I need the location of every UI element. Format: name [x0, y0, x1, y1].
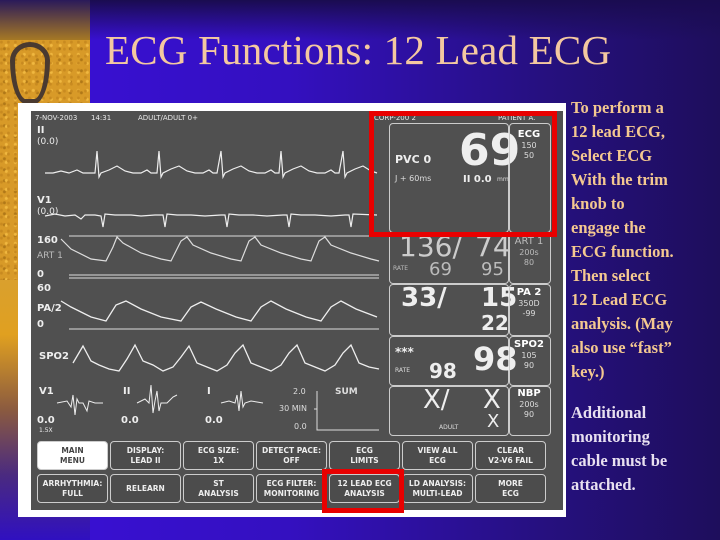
nbp-diastolic: X: [483, 385, 501, 415]
art-rate-label: RATE: [393, 265, 409, 272]
ecg-limits-button[interactable]: ECG LIMITS: [329, 441, 400, 470]
instruction-line: 12 lead ECG,: [571, 122, 665, 141]
main-menu-button[interactable]: MAIN MENU: [37, 441, 108, 470]
detect-pace-button[interactable]: DETECT PACE: OFF: [256, 441, 327, 470]
note-line: monitoring: [571, 427, 650, 446]
ecg-filter-button[interactable]: ECG FILTER: MONITORING: [256, 474, 327, 503]
slide-title: ECG Functions: 12 Lead ECG: [105, 27, 612, 73]
pa-trace: [60, 300, 378, 322]
pa-name: PA 2: [516, 287, 542, 298]
art-trace: [60, 235, 380, 262]
note-line: Additional: [571, 403, 647, 422]
instruction-line: 12 Lead ECG: [571, 290, 668, 309]
instruction-line: analysis. (May: [571, 314, 673, 333]
instruction-line: engage the: [571, 218, 646, 237]
ecg-size-button[interactable]: ECG SIZE: 1X: [183, 441, 254, 470]
relearn-button[interactable]: RELEARN: [110, 474, 181, 503]
arrhythmia-button[interactable]: ARRHYTHMIA: FULL: [37, 474, 108, 503]
display-lead-button[interactable]: DISPLAY: LEAD II: [110, 441, 181, 470]
nbp-mean: X: [487, 411, 500, 432]
twelve-lead-button-highlight: [322, 469, 404, 513]
spo2-stars: ***: [395, 345, 414, 359]
more-ecg-button[interactable]: MORE ECG: [475, 474, 546, 503]
instruction-line: knob to: [571, 194, 625, 213]
sum-top-value: 2.0: [293, 387, 306, 396]
clear-v2-v6-fail-button[interactable]: CLEAR V2-V6 FAIL: [475, 441, 546, 470]
st-analysis-button[interactable]: ST ANALYSIS: [183, 474, 254, 503]
nbp-systolic: X/: [423, 385, 450, 415]
nbp-name: NBP: [517, 388, 541, 399]
note-line: cable must be: [571, 451, 668, 470]
st-i-trace: [220, 390, 264, 412]
art-limits: ART 1 200s 80: [511, 236, 547, 267]
instruction-line: ECG function.: [571, 242, 674, 261]
spo2-limits: SPO2 105 90: [511, 339, 547, 370]
instruction-line: key.): [571, 362, 605, 381]
instruction-line: Then select: [571, 266, 651, 285]
spo2-name: SPO2: [514, 339, 544, 350]
instruction-line: To perform a: [571, 98, 664, 117]
art-hi-limit: 200s: [519, 248, 539, 257]
spo2-rate: 98: [429, 359, 457, 383]
ecg-v1-trace: [44, 213, 378, 228]
instruction-line: also use “fast”: [571, 338, 672, 357]
sum-mid-label: 30 MIN: [279, 404, 307, 413]
nbp-lo-limit: 90: [523, 409, 535, 419]
cable-note: Additional monitoring cable must be atta…: [571, 401, 667, 497]
pa-limits: PA 2 350D -99: [511, 287, 547, 318]
art-name: ART 1: [514, 236, 544, 247]
st-snippets: [56, 384, 264, 416]
art-rate: 69: [429, 259, 452, 280]
art-mean: 95: [481, 259, 504, 280]
instruction-text: To perform a 12 lead ECG, Select ECG Wit…: [571, 96, 674, 384]
st-v1-trace: [56, 394, 103, 416]
instruction-line: Select ECG: [571, 146, 653, 165]
nbp-hi-limit: 200s: [519, 400, 539, 409]
spo2-rate-label: RATE: [395, 367, 411, 374]
note-line: attached.: [571, 475, 636, 494]
art-lo-limit: 80: [523, 257, 535, 267]
nbp-mode: ADULT: [439, 424, 459, 431]
spo2-trace: [72, 343, 380, 372]
spo2-lo-limit: 90: [523, 360, 535, 370]
waveform-area: [44, 150, 380, 372]
sum-bottom-value: 0.0: [294, 422, 307, 431]
nbp-limits: NBP 200s 90: [511, 388, 547, 419]
view-all-ecg-button[interactable]: VIEW ALL ECG: [402, 441, 473, 470]
st-ii-trace: [136, 384, 178, 414]
spo2-hi-limit: 105: [521, 351, 537, 360]
pa-mean: 22: [481, 311, 509, 335]
pa-lo-limit: -99: [522, 308, 536, 318]
art-systolic: 136/: [399, 230, 462, 263]
sum-trend-axes: [314, 391, 379, 431]
pa-systolic: 33/: [401, 283, 447, 313]
art-diastolic: 74: [475, 230, 511, 263]
ecg-ii-trace: [45, 150, 378, 180]
pa-hi-limit: 350D: [518, 299, 540, 308]
ecg-panel-highlight: [369, 111, 557, 237]
instruction-line: With the trim: [571, 170, 668, 189]
ld-analysis-button[interactable]: LD ANALYSIS: MULTI-LEAD: [402, 474, 473, 503]
